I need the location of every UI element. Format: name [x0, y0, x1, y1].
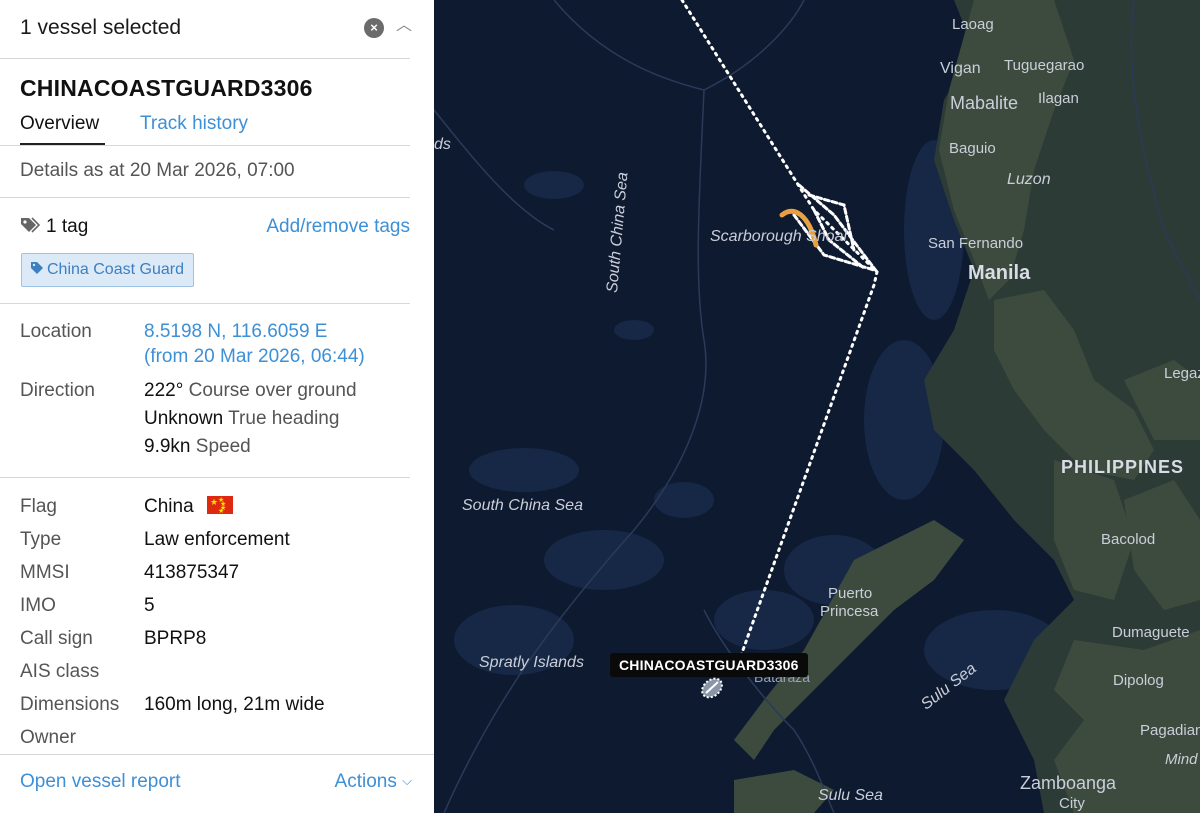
vessel-details-panel: 1 vessel selected × ︿ CHINACOASTGUARD330… [0, 0, 434, 813]
tab-track-history[interactable]: Track history [140, 113, 248, 135]
course-value: 222° [144, 380, 184, 401]
course-label: Course over ground [188, 380, 357, 401]
ais-class-label: AIS class [20, 661, 100, 682]
map-label-scarborough-shoal: Scarborough Shoal [710, 228, 847, 245]
speed-row: 9.9kn Speed [144, 436, 251, 458]
map-canvas [434, 0, 1200, 813]
divider [0, 58, 410, 59]
actions-label: Actions [334, 771, 397, 792]
divider [0, 197, 410, 198]
type-value: Law enforcement [144, 529, 290, 550]
map-label-spratly-islands: Spratly Islands [479, 654, 584, 671]
open-vessel-report-link[interactable]: Open vessel report [20, 771, 181, 793]
dimensions-value: 160m long, 21m wide [144, 694, 325, 715]
map-label-ilagan: Ilagan [1038, 90, 1079, 107]
map-label-zamboanga: Zamboanga [1020, 773, 1117, 793]
location-coordinates-link[interactable]: 8.5198 N, 116.6059 E [144, 321, 327, 343]
callsign-label: Call sign [20, 628, 93, 649]
map-label-dipolog: Dipolog [1113, 672, 1164, 689]
map-label-sulu-sea-south: Sulu Sea [818, 787, 883, 804]
map-label-puerto: Puerto [828, 585, 873, 602]
imo-label: IMO [20, 595, 56, 616]
panel-header-title: 1 vessel selected [20, 16, 182, 39]
speed-label: Speed [195, 436, 251, 457]
map-label-baguio: Baguio [949, 140, 996, 157]
tag-chip-label: China Coast Guard [47, 261, 184, 278]
map-label-manila: Manila [968, 262, 1031, 284]
divider [0, 303, 410, 304]
map-label-luzon: Luzon [1007, 171, 1051, 188]
tag-chip[interactable]: China Coast Guard [21, 253, 194, 287]
callsign-value: BPRP8 [144, 628, 207, 649]
divider [0, 477, 410, 478]
map-label-laoag: Laoag [952, 16, 994, 33]
vessel-map-label[interactable]: CHINACOASTGUARD3306 [610, 653, 808, 677]
close-icon[interactable]: × [364, 18, 384, 38]
tag-icon [20, 216, 41, 238]
map-label-legaz: Legaz [1164, 365, 1200, 382]
actions-dropdown[interactable]: Actions ⌵ [335, 771, 412, 793]
china-flag-icon: ★ ★ ★ ★ ★ [206, 496, 233, 515]
direction-label: Direction [20, 380, 95, 401]
chevron-down-icon: ⌵ [402, 773, 412, 788]
map-label-mind: Mind [1165, 751, 1198, 768]
map-label-mabalite: Mabalite [950, 93, 1019, 113]
map-label-vigan: Vigan [940, 60, 981, 77]
course-row: 222° Course over ground [144, 380, 357, 402]
tag-icon [31, 254, 43, 286]
type-label: Type [20, 529, 62, 550]
flag-value: China ★ ★ ★ ★ ★ [144, 496, 233, 518]
map-label-philippines: PHILIPPINES [1061, 457, 1185, 477]
chevron-up-icon[interactable]: ︿ [394, 14, 414, 38]
map-label-dumaguete: Dumaguete [1112, 624, 1190, 641]
mmsi-value: 413875347 [144, 562, 240, 583]
add-remove-tags-link[interactable]: Add/remove tags [266, 216, 410, 238]
dimensions-label: Dimensions [20, 694, 120, 715]
speed-value: 9.9kn [144, 436, 191, 457]
map-label-city: City [1059, 795, 1085, 812]
heading-row: Unknown True heading [144, 408, 339, 430]
divider [0, 145, 410, 146]
location-since-link[interactable]: (from 20 Mar 2026, 06:44) [144, 346, 365, 368]
tab-overview[interactable]: Overview [20, 113, 99, 135]
flag-label: Flag [20, 496, 57, 517]
map-label-pagadian: Pagadian [1140, 722, 1200, 739]
mmsi-label: MMSI [20, 562, 70, 583]
tag-count-text: 1 tag [46, 216, 89, 237]
details-timestamp: Details as at 20 Mar 2026, 07:00 [20, 160, 295, 181]
vessel-name: CHINACOASTGUARD3306 [20, 75, 313, 101]
map-label-south-china-sea: South China Sea [462, 497, 583, 514]
map-label-san-fernando: San Fernando [928, 235, 1024, 252]
map-view[interactable]: Laoag Vigan Tuguegarao Mabalite Ilagan B… [434, 0, 1200, 813]
imo-value: 5 [144, 595, 155, 616]
tag-count: 1 tag [20, 216, 88, 238]
owner-label: Owner [20, 727, 76, 748]
map-label-bacolod: Bacolod [1101, 531, 1156, 548]
panel-footer: Open vessel report Actions ⌵ [0, 754, 434, 813]
map-label-tuguegarao: Tuguegarao [1004, 57, 1085, 74]
location-label: Location [20, 321, 92, 342]
map-label-ds: ds [434, 136, 451, 153]
heading-label: True heading [228, 408, 340, 429]
heading-value: Unknown [144, 408, 224, 429]
map-label-princesa: Princesa [820, 603, 879, 620]
flag-country: China [144, 496, 194, 517]
